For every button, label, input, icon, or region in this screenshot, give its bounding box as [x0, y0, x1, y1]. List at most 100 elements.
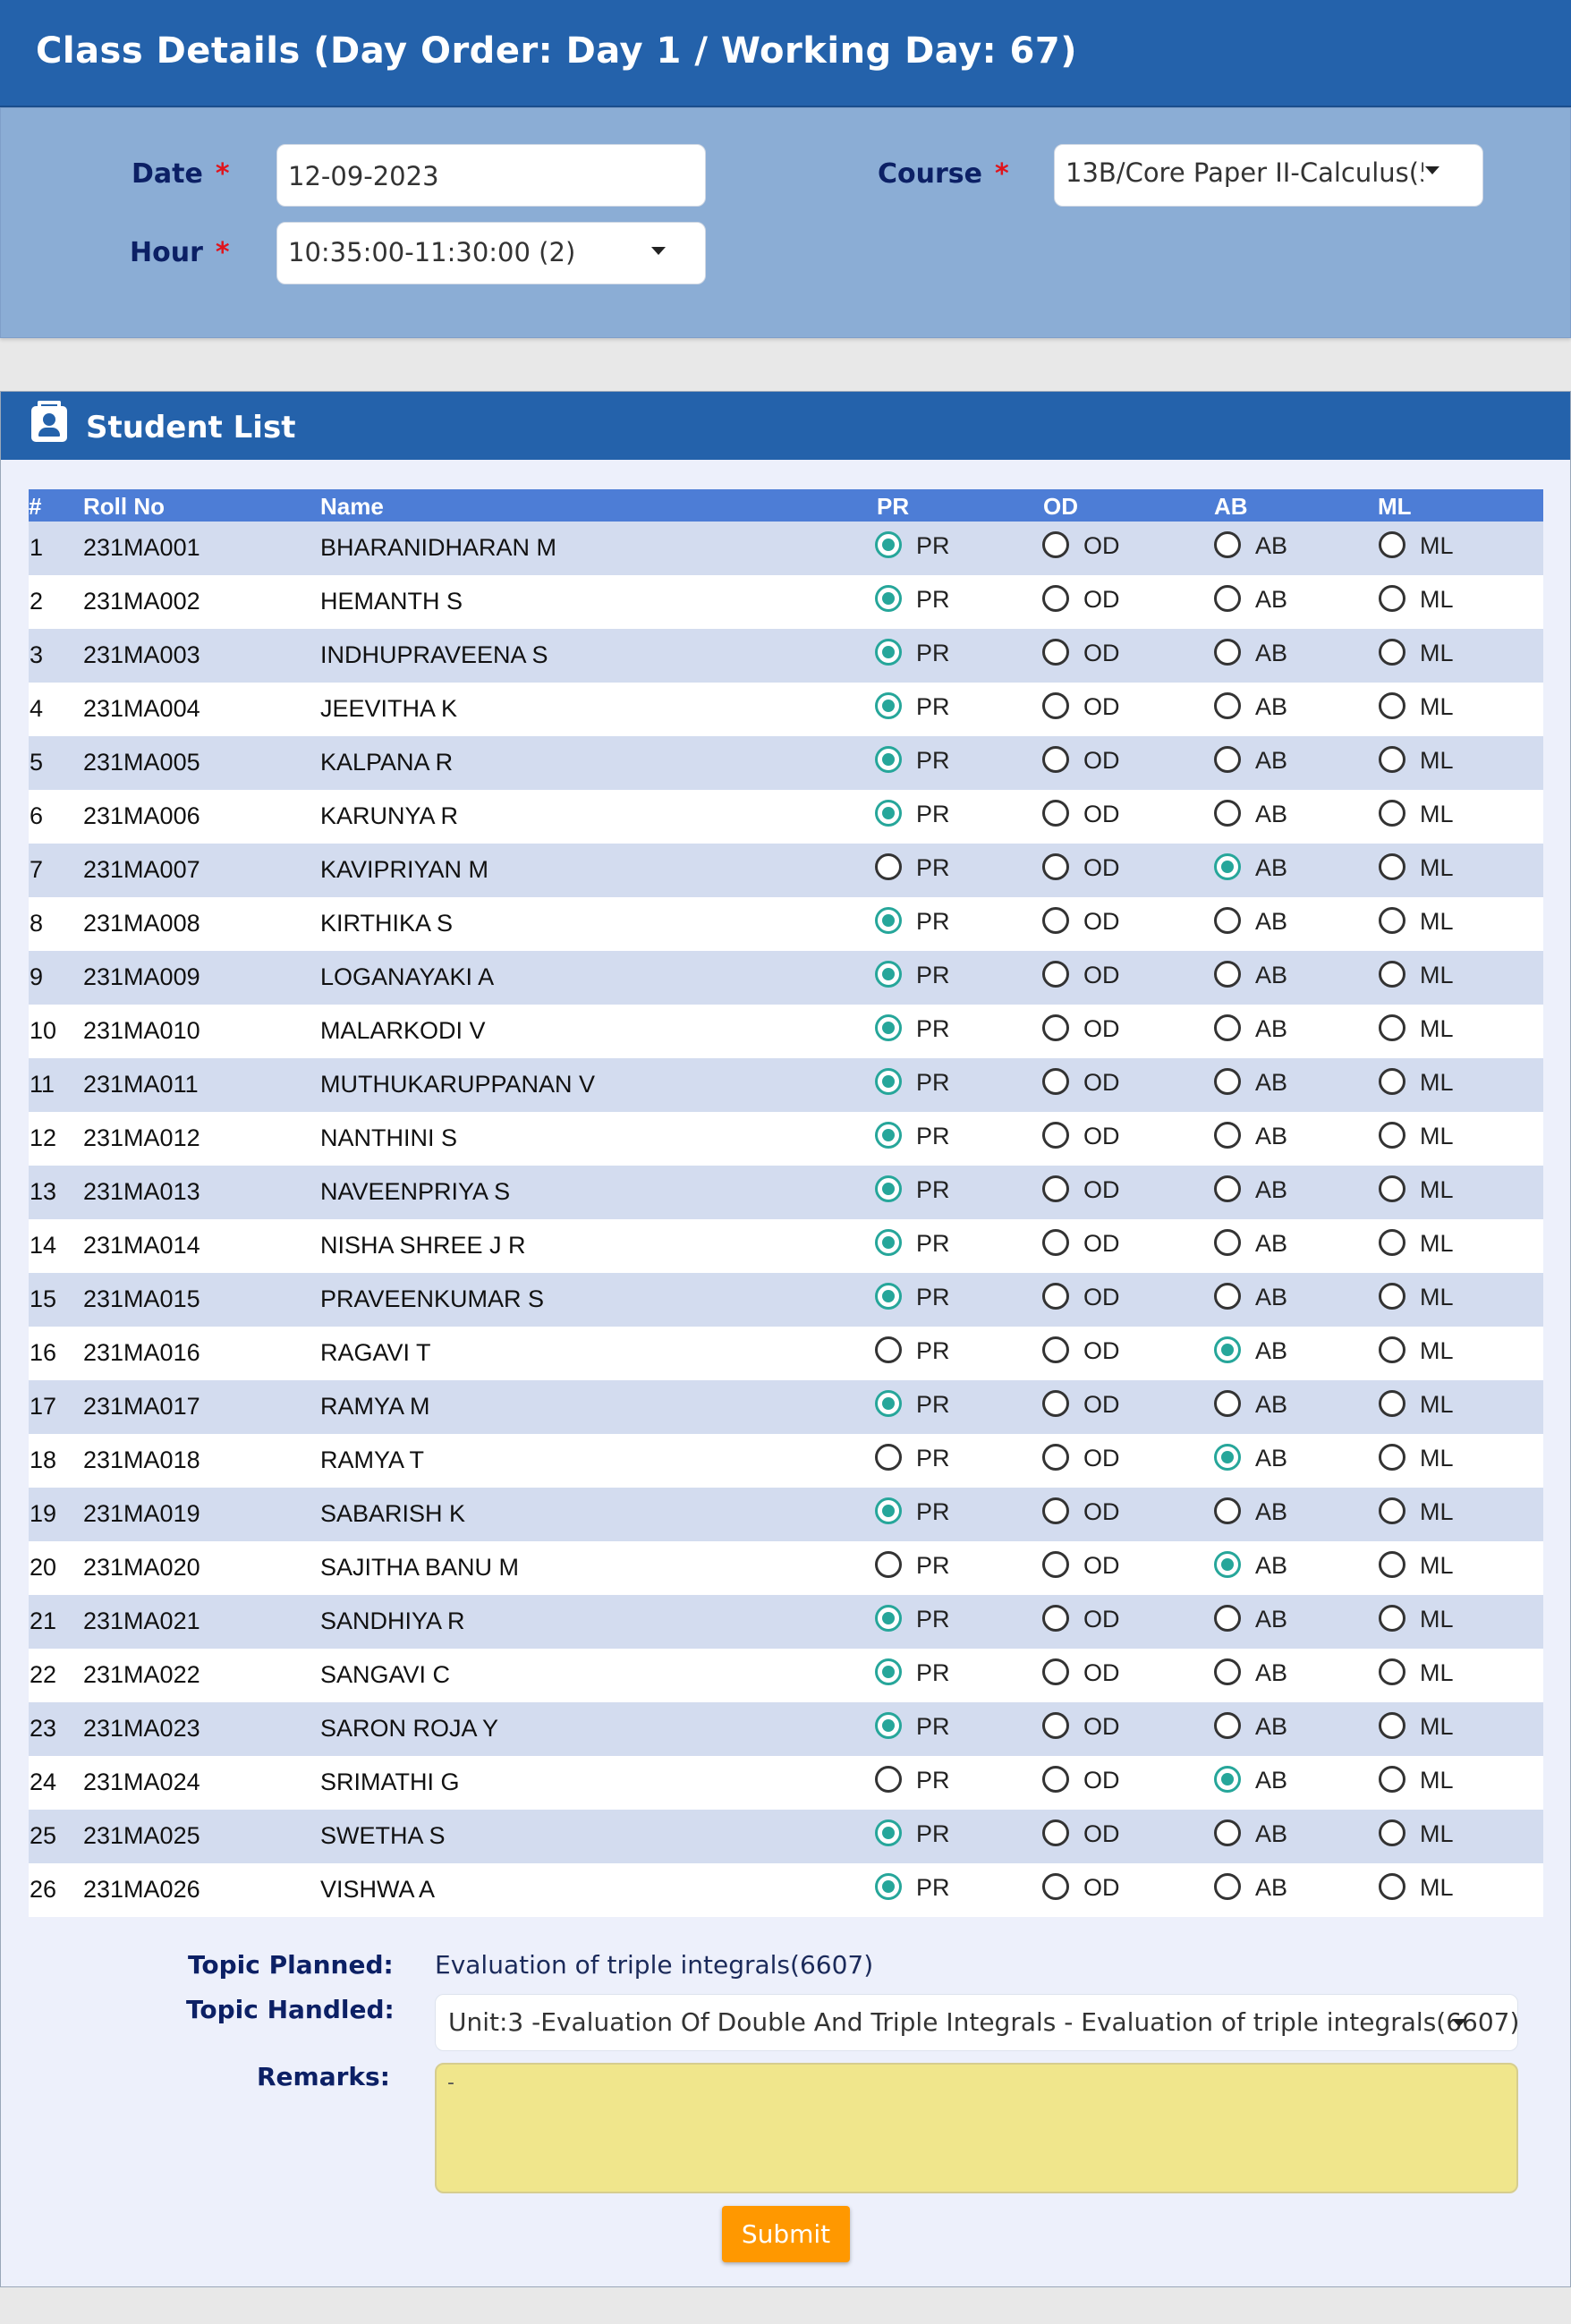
radio-button[interactable] — [1042, 961, 1069, 988]
radio-button[interactable] — [1042, 1766, 1069, 1793]
radio-button[interactable] — [1214, 800, 1241, 827]
radio-button[interactable] — [1214, 1175, 1241, 1202]
radio-button[interactable] — [1379, 1175, 1405, 1202]
radio-button[interactable] — [1214, 531, 1241, 558]
radio-button[interactable] — [1379, 800, 1405, 827]
radio-button[interactable] — [1379, 585, 1405, 612]
radio-button[interactable] — [875, 907, 902, 934]
radio-button[interactable] — [1379, 1283, 1405, 1310]
radio-button[interactable] — [1214, 853, 1241, 880]
radio-button[interactable] — [1042, 746, 1069, 773]
radio-button[interactable] — [875, 1497, 902, 1524]
radio-button[interactable] — [875, 692, 902, 719]
radio-button[interactable] — [875, 531, 902, 558]
radio-button[interactable] — [1214, 1014, 1241, 1041]
radio-button[interactable] — [875, 1819, 902, 1846]
radio-button[interactable] — [1379, 1551, 1405, 1578]
radio-button[interactable] — [875, 1122, 902, 1149]
radio-button[interactable] — [1042, 1283, 1069, 1310]
radio-button[interactable] — [1379, 1497, 1405, 1524]
radio-button[interactable] — [1214, 1444, 1241, 1471]
radio-button[interactable] — [1214, 1766, 1241, 1793]
radio-button[interactable] — [1042, 1068, 1069, 1095]
radio-button[interactable] — [1042, 1605, 1069, 1632]
radio-button[interactable] — [1042, 1390, 1069, 1417]
radio-button[interactable] — [875, 961, 902, 988]
radio-button[interactable] — [875, 746, 902, 773]
radio-button[interactable] — [1379, 1014, 1405, 1041]
radio-button[interactable] — [1379, 1336, 1405, 1363]
radio-button[interactable] — [1042, 907, 1069, 934]
radio-button[interactable] — [1214, 639, 1241, 666]
radio-button[interactable] — [1379, 853, 1405, 880]
radio-button[interactable] — [1379, 1122, 1405, 1149]
radio-button[interactable] — [1379, 1444, 1405, 1471]
radio-button[interactable] — [1379, 1068, 1405, 1095]
radio-button[interactable] — [1379, 907, 1405, 934]
remarks-field[interactable]: - — [435, 2063, 1518, 2193]
radio-button[interactable] — [1214, 907, 1241, 934]
topic-handled-select[interactable]: Unit:3 -Evaluation Of Double And Triple … — [435, 1994, 1518, 2051]
date-input[interactable]: 12-09-2023 — [276, 144, 706, 207]
radio-button[interactable] — [875, 1551, 902, 1578]
radio-button[interactable] — [875, 585, 902, 612]
radio-button[interactable] — [875, 1658, 902, 1685]
radio-button[interactable] — [875, 1444, 902, 1471]
radio-button[interactable] — [875, 1336, 902, 1363]
radio-button[interactable] — [875, 1390, 902, 1417]
radio-button[interactable] — [1042, 1873, 1069, 1900]
radio-button[interactable] — [1214, 1068, 1241, 1095]
radio-button[interactable] — [1042, 639, 1069, 666]
radio-button[interactable] — [1042, 692, 1069, 719]
radio-button[interactable] — [875, 639, 902, 666]
radio-button[interactable] — [1042, 853, 1069, 880]
radio-button[interactable] — [1379, 1766, 1405, 1793]
radio-button[interactable] — [875, 1229, 902, 1256]
radio-button[interactable] — [1042, 1444, 1069, 1471]
radio-button[interactable] — [1214, 1819, 1241, 1846]
radio-button[interactable] — [1214, 746, 1241, 773]
radio-button[interactable] — [1379, 1229, 1405, 1256]
radio-button[interactable] — [1214, 1658, 1241, 1685]
radio-button[interactable] — [1214, 1551, 1241, 1578]
radio-button[interactable] — [1042, 1712, 1069, 1739]
radio-button[interactable] — [1042, 1551, 1069, 1578]
radio-button[interactable] — [1379, 1819, 1405, 1846]
radio-button[interactable] — [1042, 800, 1069, 827]
radio-button[interactable] — [875, 1605, 902, 1632]
radio-button[interactable] — [1042, 1658, 1069, 1685]
radio-button[interactable] — [1042, 585, 1069, 612]
radio-button[interactable] — [875, 800, 902, 827]
radio-button[interactable] — [875, 1766, 902, 1793]
radio-button[interactable] — [1042, 1175, 1069, 1202]
course-select[interactable]: 13B/Core Paper II-Calculus(58 — [1054, 144, 1483, 207]
radio-button[interactable] — [1214, 585, 1241, 612]
radio-button[interactable] — [1379, 1658, 1405, 1685]
radio-button[interactable] — [1214, 1336, 1241, 1363]
radio-button[interactable] — [1042, 1122, 1069, 1149]
hour-select[interactable]: 10:35:00-11:30:00 (2) — [276, 222, 706, 284]
radio-button[interactable] — [1042, 1014, 1069, 1041]
radio-button[interactable] — [1214, 692, 1241, 719]
radio-button[interactable] — [1379, 961, 1405, 988]
radio-button[interactable] — [875, 1873, 902, 1900]
radio-button[interactable] — [1379, 746, 1405, 773]
radio-button[interactable] — [875, 1014, 902, 1041]
radio-button[interactable] — [1042, 1819, 1069, 1846]
radio-button[interactable] — [1379, 1390, 1405, 1417]
radio-button[interactable] — [1214, 1229, 1241, 1256]
radio-button[interactable] — [1214, 1390, 1241, 1417]
radio-button[interactable] — [1214, 1122, 1241, 1149]
radio-button[interactable] — [1379, 1873, 1405, 1900]
radio-button[interactable] — [1379, 1605, 1405, 1632]
radio-button[interactable] — [1379, 692, 1405, 719]
radio-button[interactable] — [1042, 1497, 1069, 1524]
radio-button[interactable] — [875, 853, 902, 880]
radio-button[interactable] — [1379, 531, 1405, 558]
radio-button[interactable] — [1379, 1712, 1405, 1739]
radio-button[interactable] — [875, 1712, 902, 1739]
radio-button[interactable] — [1042, 531, 1069, 558]
radio-button[interactable] — [1214, 1497, 1241, 1524]
radio-button[interactable] — [1214, 1712, 1241, 1739]
radio-button[interactable] — [1214, 1605, 1241, 1632]
